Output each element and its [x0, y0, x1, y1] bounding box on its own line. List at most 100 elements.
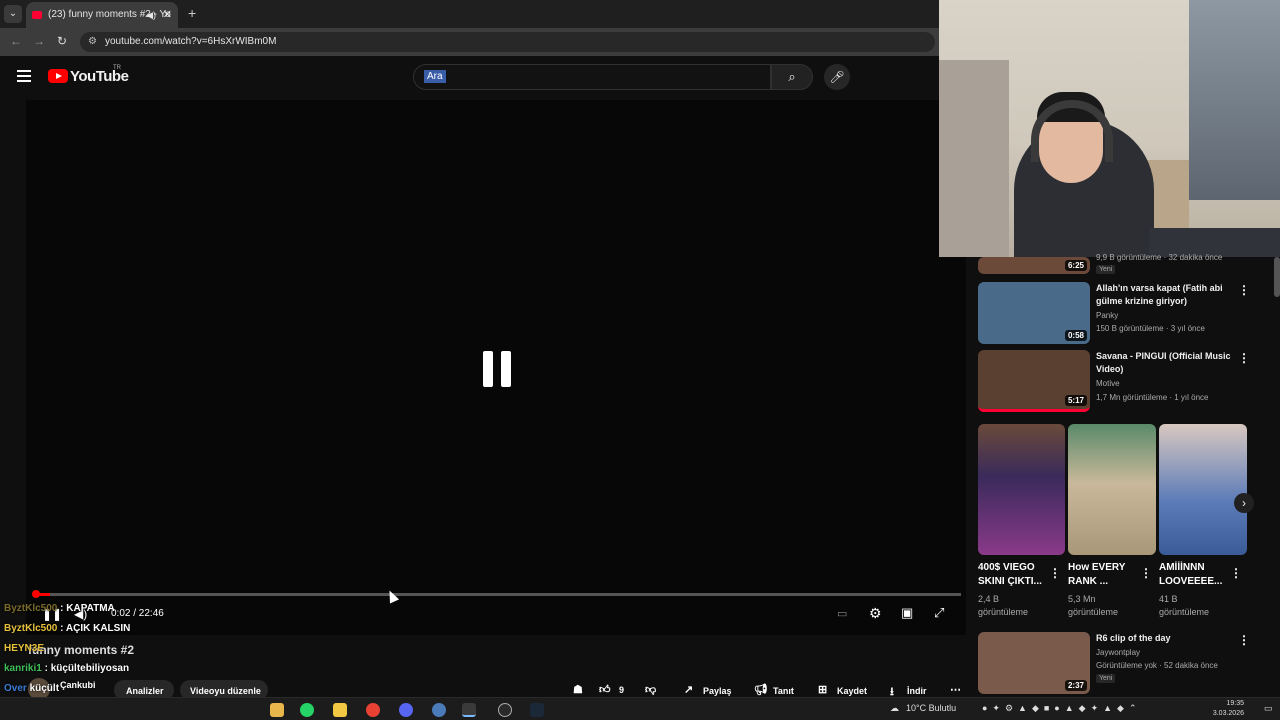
analytics-label: Analizler [126, 686, 164, 696]
short-views-label: görüntüleme [1068, 607, 1119, 617]
scrubber-handle[interactable] [32, 590, 40, 598]
site-info-icon[interactable]: ⚙ [88, 32, 97, 52]
duration-badge: 5:17 [1064, 395, 1087, 406]
video-meta: 150 B görüntüleme · 3 yıl önce [1096, 324, 1205, 333]
short-views: 5,3 Mn [1068, 594, 1096, 604]
voice-search-button[interactable]: 🎤︎ [824, 64, 850, 90]
video-title[interactable]: Savana - PINGUI (Official Music Video) [1096, 350, 1236, 376]
pause-overlay-icon[interactable] [483, 351, 511, 387]
chat-text: : KAPATMA [57, 603, 115, 614]
weather-icon[interactable]: ☁ [890, 703, 899, 714]
chat-message: ByztKlc500 : KAPATMA [4, 603, 115, 614]
more-actions-icon[interactable]: ⋯ [950, 683, 961, 696]
share-button[interactable]: Paylaş [703, 686, 732, 696]
video-thumbnail[interactable]: 6:25 [978, 257, 1090, 274]
obs-icon[interactable] [498, 703, 512, 717]
new-badge: Yeni [1096, 674, 1116, 683]
short-title[interactable]: 400$ VIEGO SKINI ÇIKTI... [978, 561, 1044, 589]
like-count: 9 [619, 685, 625, 695]
taskbar-app-icon[interactable] [270, 703, 284, 717]
weather-text[interactable]: 10°C Bulutlu [906, 703, 956, 713]
progress-bar[interactable] [36, 593, 961, 596]
more-vert-icon[interactable]: ⋮ [1230, 566, 1242, 580]
more-vert-icon[interactable]: ⋮ [1140, 566, 1152, 580]
scrollbar[interactable] [1274, 257, 1280, 297]
promote-icon[interactable]: 📢︎ [754, 683, 768, 696]
dislike-icon[interactable]: 👎︎ [645, 683, 656, 696]
channel-name[interactable]: Jaywontplay [1096, 648, 1140, 657]
search-value: Ara [424, 70, 446, 83]
taskbar-clock[interactable]: 19:35 3.03.2026 [1208, 699, 1244, 719]
forward-arrow-icon[interactable]: → [33, 34, 45, 48]
new-tab-button[interactable]: + [188, 5, 196, 21]
download-button[interactable]: İndir [907, 686, 927, 696]
subtitles-icon[interactable]: ▭ [837, 607, 847, 620]
short-thumbnail[interactable] [1068, 424, 1156, 555]
members-icon[interactable]: ☗ [573, 683, 583, 696]
tab-list-chevron-icon[interactable]: ⌄ [4, 5, 22, 23]
taskbar-app-icon[interactable] [432, 703, 446, 717]
back-arrow-icon[interactable]: ← [10, 34, 22, 48]
video-meta: 1,7 Mn görüntüleme · 1 yıl önce [1096, 393, 1209, 402]
whatsapp-icon[interactable] [300, 703, 314, 717]
chrome-active-icon[interactable] [462, 703, 476, 717]
save-button[interactable]: Kaydet [837, 686, 867, 696]
edit-video-label: Videoyu düzenle [190, 686, 261, 696]
share-icon[interactable]: ↗ [684, 683, 693, 696]
video-title[interactable]: R6 clip of the day [1096, 632, 1236, 645]
chrome-icon[interactable] [366, 703, 380, 717]
channel-name[interactable]: Panky [1096, 311, 1118, 320]
search-icon: ⌕ [788, 69, 796, 84]
browser-tab[interactable]: (23) funny moments #2 - Yo ◀) ✕ [26, 2, 178, 28]
tray-icons[interactable]: ●✦⚙▲◆■●▲◆✦▲◆⌃ [982, 703, 1142, 714]
youtube-favicon-icon [32, 11, 42, 19]
fullscreen-icon[interactable]: ⤢ [934, 605, 944, 621]
promote-button[interactable]: Tanıt [773, 686, 794, 696]
chat-username: Over [4, 683, 27, 694]
chat-username: ByztKlc500 [4, 623, 58, 634]
channel-name[interactable]: Çankubi [60, 680, 96, 690]
video-thumbnail[interactable]: 2:37 [978, 632, 1090, 694]
youtube-logo-icon[interactable] [48, 69, 68, 83]
file-explorer-icon[interactable] [333, 703, 347, 717]
short-views: 2,4 B [978, 594, 1000, 604]
channel-name[interactable]: Motive [1096, 379, 1120, 388]
discord-icon[interactable] [399, 703, 413, 717]
theater-mode-icon[interactable]: ▣ [901, 605, 913, 621]
shorts-next-icon[interactable]: › [1234, 493, 1254, 513]
chat-username: HEYN3E [4, 643, 45, 654]
search-input[interactable]: Ara [413, 64, 771, 90]
short-thumbnail[interactable] [978, 424, 1065, 555]
notification-icon[interactable]: ▭ [1264, 703, 1273, 714]
windows-taskbar: ☁ 10°C Bulutlu ●✦⚙▲◆■●▲◆✦▲◆⌃ 19:35 3.03.… [0, 697, 1280, 720]
more-vert-icon[interactable]: ⋮ [1238, 351, 1250, 365]
video-meta: 9,9 B görüntüleme · 32 dakika önce [1096, 253, 1223, 262]
video-thumbnail[interactable]: 0:58 [978, 282, 1090, 344]
menu-icon[interactable] [17, 70, 31, 82]
search-button[interactable]: ⌕ [771, 64, 813, 90]
webcam-door [939, 60, 1009, 257]
steam-icon[interactable] [530, 703, 544, 717]
more-vert-icon[interactable]: ⋮ [1238, 633, 1250, 647]
tab-close-icon[interactable]: ✕ [163, 2, 172, 28]
duration-badge: 2:37 [1064, 680, 1087, 691]
video-title[interactable]: Allah'ın varsa kapat (Fatih abi gülme kr… [1096, 282, 1236, 308]
save-icon[interactable]: ⊞ [818, 683, 827, 696]
short-thumbnail[interactable] [1159, 424, 1247, 555]
short-title[interactable]: AMİİİNNN LOOVEEEE... [1159, 561, 1225, 589]
audio-icon[interactable]: ◀) [146, 2, 156, 28]
short-title[interactable]: How EVERY RANK ... [1068, 561, 1134, 589]
browser-toolbar: ← → ↻ ⚙ youtube.com/watch?v=6HsXrWIBm0M [0, 28, 940, 56]
chat-text: : AÇIK KALSIN [57, 623, 131, 634]
like-icon[interactable]: 👍︎ [599, 683, 611, 696]
short-views-label: görüntüleme [1159, 607, 1210, 617]
reload-icon[interactable]: ↻ [57, 34, 67, 48]
clock-time: 19:35 [1226, 700, 1244, 707]
more-vert-icon[interactable]: ⋮ [1049, 566, 1061, 580]
settings-gear-icon[interactable]: ⚙ [869, 605, 882, 622]
region-code: TR [113, 65, 121, 71]
chat-text: : küçültebiliyosan [41, 663, 130, 674]
more-vert-icon[interactable]: ⋮ [1238, 283, 1250, 297]
address-bar[interactable]: ⚙ youtube.com/watch?v=6HsXrWIBm0M [80, 32, 935, 52]
video-thumbnail[interactable]: 5:17 [978, 350, 1090, 412]
